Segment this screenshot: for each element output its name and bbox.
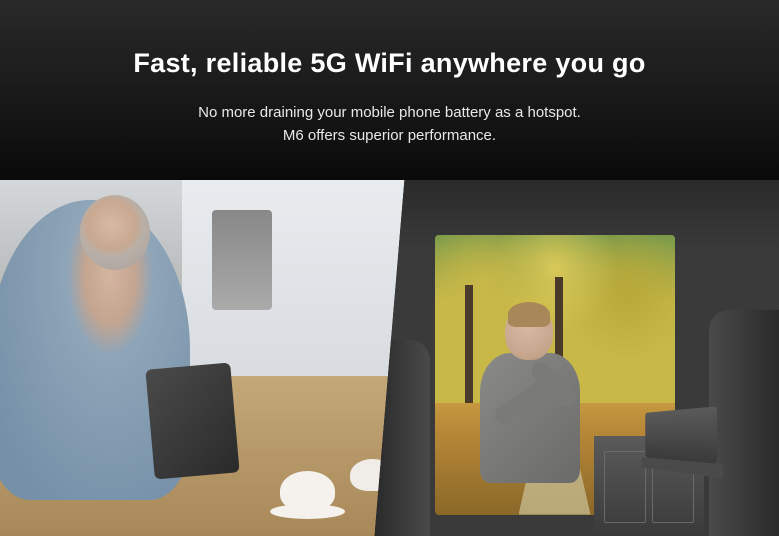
hero-subtext-line2: M6 offers superior performance. [20, 124, 759, 147]
hero-subtext: No more draining your mobile phone batte… [20, 101, 759, 148]
hero-images [0, 180, 779, 536]
hero-headline: Fast, reliable 5G WiFi anywhere you go [20, 48, 759, 79]
hero-text-section: Fast, reliable 5G WiFi anywhere you go N… [0, 0, 779, 180]
hero-subtext-line1: No more draining your mobile phone batte… [20, 101, 759, 124]
lifestyle-image-cafe [0, 180, 405, 536]
lifestyle-image-van [375, 180, 779, 536]
hero-section: Fast, reliable 5G WiFi anywhere you go N… [0, 0, 779, 536]
